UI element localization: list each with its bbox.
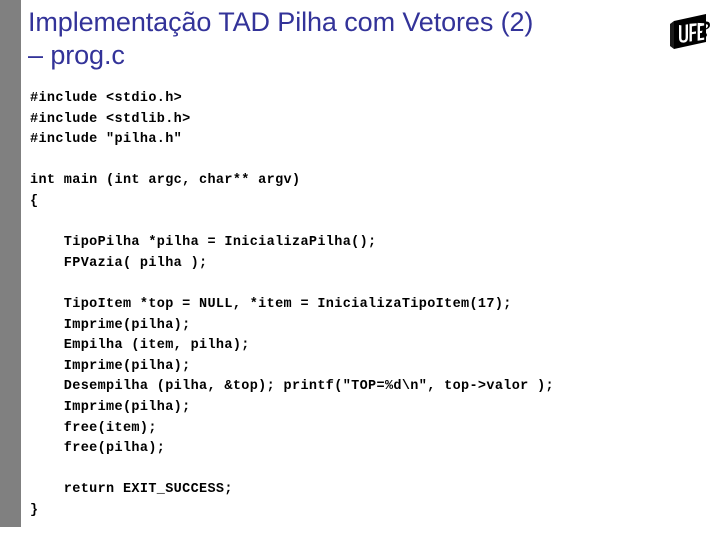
code-line: free(item); [30,420,157,436]
code-line: { [30,193,39,209]
slide-canvas: Implementação TAD Pilha com Vetores (2) … [0,0,720,540]
ufes-logo-icon [668,8,714,54]
code-line: TipoItem *top = NULL, *item = Inicializa… [30,296,512,312]
code-line: } [30,502,39,518]
page-title-line-2: – prog.c [28,40,125,70]
code-line: Imprime(pilha); [30,399,191,415]
left-accent-band [0,0,21,527]
page-title: Implementação TAD Pilha com Vetores (2) … [28,6,648,72]
code-block: #include <stdio.h> #include <stdlib.h> #in… [30,89,710,521]
code-line: #include <stdio.h> [30,91,183,106]
code-line: FPVazia( pilha ); [30,255,208,271]
page-title-line-1: Implementação TAD Pilha com Vetores (2) [28,7,534,37]
code-line: Imprime(pilha); [30,317,191,333]
code-line: free(pilha); [30,441,166,457]
code-line: Desempilha (pilha, &top); printf("TOP=%d… [30,379,554,395]
code-line: int main (int argc, char** argv) [30,173,301,189]
code-line: #include "pilha.h" [30,132,183,148]
code-line: Imprime(pilha); [30,358,191,374]
code-line: Empilha (item, pilha); [30,338,250,354]
code-line: TipoPilha *pilha = InicializaPilha(); [30,235,377,251]
code-line: return EXIT_SUCCESS; [30,482,233,498]
code-line: #include <stdlib.h> [30,111,191,127]
